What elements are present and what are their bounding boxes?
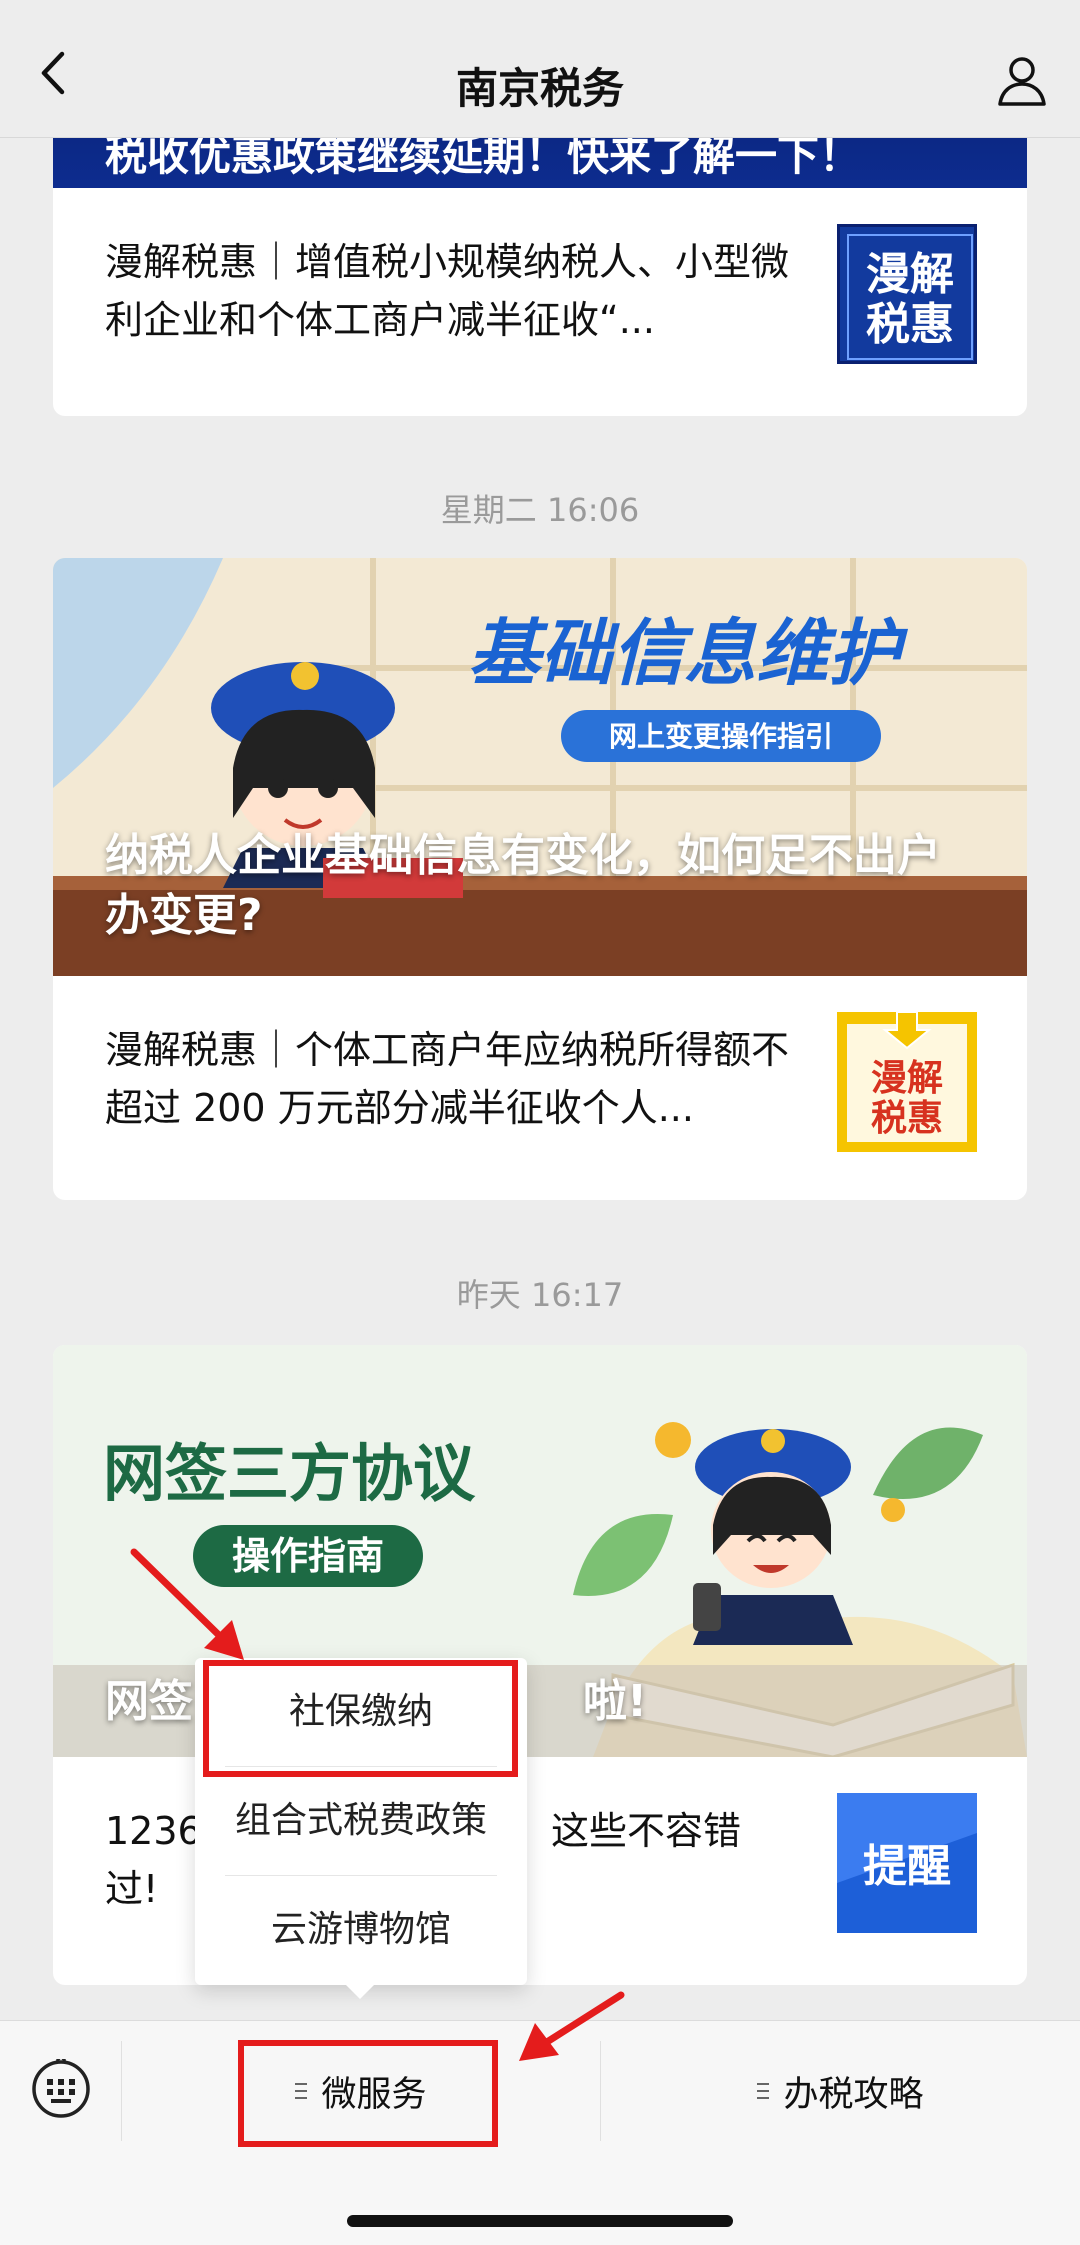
svg-text:漫解: 漫解 — [871, 1058, 943, 1099]
svg-text:网上变更操作指引: 网上变更操作指引 — [609, 720, 833, 753]
tab-micro-service[interactable]: 微服务 — [122, 2041, 600, 2141]
menu-item-virtual-museum[interactable]: 云游博物馆 — [195, 1876, 527, 1984]
article-title: 这些不容错 — [551, 1809, 742, 1853]
article-title: 漫解税惠｜增值税小规模纳税人、小型微利企业和个体工商户减半征收“... — [105, 240, 790, 342]
article-list-item[interactable]: 漫解税惠｜增值税小规模纳税人、小型微利企业和个体工商户减半征收“... 漫解 税… — [53, 188, 1027, 412]
menu-lines-icon — [295, 2083, 308, 2099]
svg-text:税惠: 税惠 — [871, 1098, 943, 1139]
banner-heading: 网签三方协议 — [103, 1437, 476, 1510]
menu-lines-icon — [757, 2083, 770, 2099]
banner-title: 网签 — [105, 1676, 193, 1727]
article-thumbnail: 漫解 税惠 — [837, 1012, 977, 1152]
popup-pointer — [344, 1983, 376, 1999]
bottom-menu-bar: 微服务 办税攻略 — [0, 2020, 1080, 2245]
banner-heading: 基础信息维护 — [468, 611, 909, 695]
banner-title: 纳税人企业基础信息有变化，如何足不出户办变更? — [105, 830, 941, 941]
submenu-popup: 社保缴纳 组合式税费政策 云游博物馆 — [195, 1658, 527, 1985]
top-navigation-bar: 南京税务 — [0, 0, 1080, 138]
article-thumbnail: 提醒 — [837, 1793, 977, 1933]
article-title: 1236 — [105, 1809, 202, 1853]
article-title: 漫解税惠｜个体工商户年应纳税所得额不超过 200 万元部分减半征收个人... — [105, 1028, 790, 1130]
page-title: 南京税务 — [455, 64, 624, 113]
article-card[interactable]: 基础信息维护 网上变更操作指引 纳税人企业基础信息有变化，如何足不出户办变更? … — [53, 558, 1027, 1200]
profile-icon[interactable] — [994, 52, 1050, 108]
svg-text:税惠: 税惠 — [866, 299, 954, 350]
keyboard-toggle-icon[interactable] — [31, 2059, 91, 2119]
message-timestamp: 星期二 16:06 — [440, 491, 640, 529]
article-thumbnail: 漫解 税惠 — [837, 224, 977, 364]
menu-item-combined-tax-policy[interactable]: 组合式税费政策 — [195, 1767, 527, 1875]
home-indicator[interactable] — [347, 2215, 733, 2227]
article-list-item[interactable]: 漫解税惠｜个体工商户年应纳税所得额不超过 200 万元部分减半征收个人... 漫… — [53, 976, 1027, 1200]
banner-title: 啦! — [583, 1676, 648, 1727]
message-timestamp: 昨天 16:17 — [456, 1276, 624, 1314]
article-title: 过! — [105, 1867, 159, 1911]
tab-label: 办税攻略 — [783, 2074, 924, 2115]
tab-tax-guide[interactable]: 办税攻略 — [601, 2041, 1080, 2141]
article-banner[interactable]: 基础信息维护 网上变更操作指引 纳税人企业基础信息有变化，如何足不出户办变更? — [53, 558, 1027, 976]
svg-text:提醒: 提醒 — [863, 1841, 951, 1892]
svg-text:操作指南: 操作指南 — [232, 1534, 384, 1578]
tab-label: 微服务 — [321, 2074, 427, 2115]
message-feed: 税收优惠政策继续延期！快来了解一下！ 漫解税惠｜增值税小规模纳税人、小型微利企业… — [0, 0, 1080, 2020]
svg-text:漫解: 漫解 — [866, 249, 954, 300]
menu-item-social-insurance[interactable]: 社保缴纳 — [195, 1658, 527, 1766]
